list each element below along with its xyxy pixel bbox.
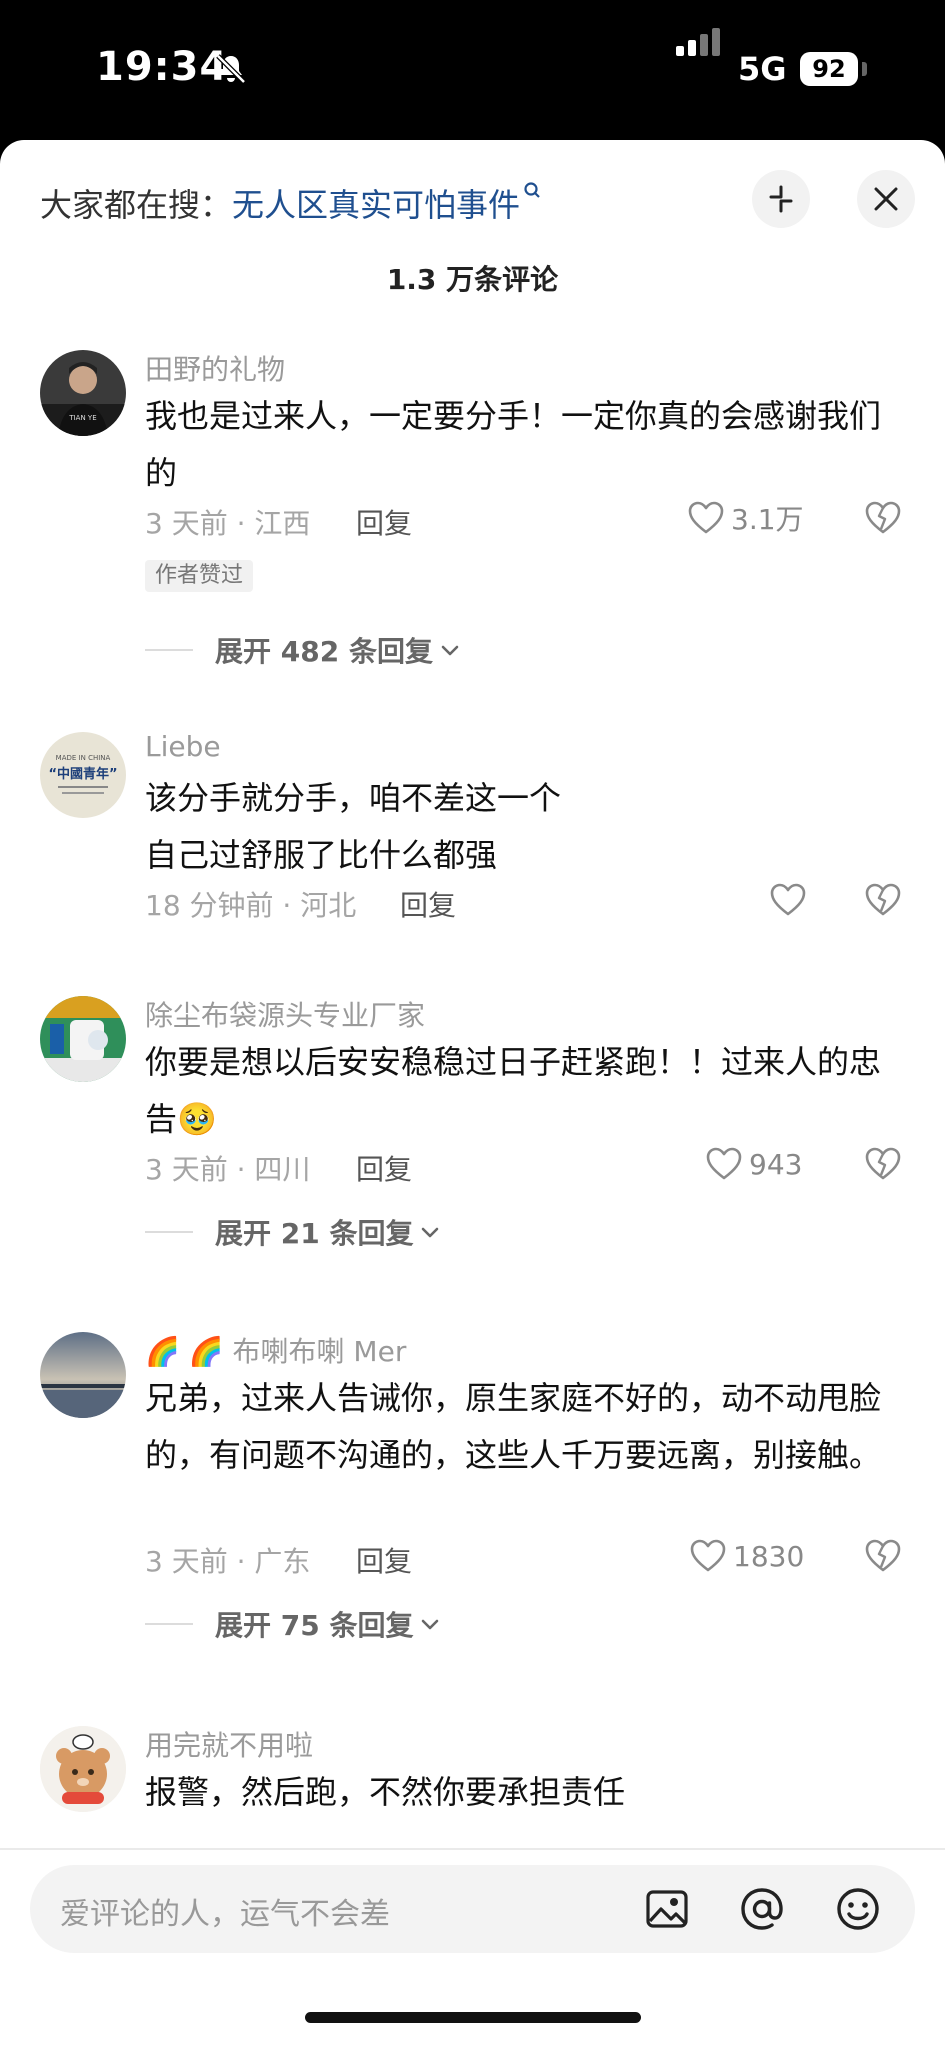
at-icon[interactable] [738, 1885, 786, 1933]
avatar[interactable] [40, 1726, 126, 1812]
avatar[interactable]: TIAN YE [40, 350, 126, 436]
expand-replies[interactable]: 展开 75 条回复 [145, 1604, 441, 1644]
expand-divider [145, 1623, 193, 1625]
status-time: 19:34 [96, 44, 229, 90]
network-type: 5G [738, 50, 787, 88]
dislike-icon[interactable] [864, 500, 902, 536]
trending-search-prefix: 大家都在搜： [40, 186, 233, 224]
dislike-icon[interactable] [864, 1146, 902, 1182]
input-divider [0, 1848, 945, 1850]
battery-icon: 92 [800, 52, 858, 86]
like-count: 943 [749, 1147, 803, 1181]
comment-text-body: 你要是想以后安安稳稳过日子赶紧跑！！过来人的忠告 [145, 1043, 882, 1138]
trending-search-link[interactable]: 无人区真实可怕事件 [232, 186, 520, 224]
avatar[interactable]: MADE IN CHINA “中國青年” [40, 732, 126, 818]
trending-search[interactable]: 大家都在搜：无人区真实可怕事件 [40, 180, 542, 226]
comment-time-location: 18 分钟前 · 河北 [145, 889, 357, 922]
minimize-button[interactable] [752, 170, 810, 228]
svg-text:“中國青年”: “中國青年” [48, 766, 117, 782]
like-button[interactable]: 1830 [689, 1536, 804, 1576]
comment-text: 报警，然后跑，不然你要承担责任 [145, 1773, 626, 1811]
svg-text:TIAN YE: TIAN YE [68, 414, 96, 422]
avatar[interactable] [40, 1332, 126, 1418]
heart-icon [706, 1147, 742, 1180]
reply-button[interactable]: 回复 [356, 1148, 412, 1188]
comment-username[interactable]: 除尘布袋源头专业厂家 [145, 994, 425, 1034]
heart-icon [770, 883, 806, 916]
comment-username[interactable]: 🌈 🌈 布喇布喇 Mer [145, 1330, 406, 1370]
chevron-down-icon [422, 1227, 439, 1238]
reply-button[interactable]: 回复 [356, 1540, 412, 1580]
like-button[interactable] [769, 880, 813, 920]
image-icon[interactable] [643, 1885, 691, 1933]
like-button[interactable]: 943 [705, 1144, 802, 1184]
comment-count: 1.3 万条评论 [386, 263, 559, 296]
comment-text: 你要是想以后安安稳稳过日子赶紧跑！！过来人的忠告🥹 [145, 1034, 905, 1148]
like-count: 3.1万 [731, 503, 804, 536]
dislike-icon[interactable] [864, 882, 902, 918]
chevron-down-icon [422, 1619, 439, 1630]
like-count: 1830 [733, 1539, 805, 1573]
author-liked-badge: 作者赞过 [145, 560, 254, 592]
comment-text: 我也是过来人，一定要分手！一定你真的会感谢我们的 [145, 397, 882, 492]
comment-input-bar[interactable]: 爱评论的人，运气不会差 [30, 1865, 915, 1953]
expand-replies-label: 展开 21 条回复 [215, 1217, 414, 1250]
expand-replies-label: 展开 482 条回复 [215, 635, 433, 668]
emoji-icon[interactable] [834, 1885, 882, 1933]
reply-button[interactable]: 回复 [356, 502, 412, 542]
expand-replies-label: 展开 75 条回复 [215, 1609, 414, 1642]
comment-username[interactable]: Liebe [145, 730, 221, 763]
expand-replies[interactable]: 展开 21 条回复 [145, 1212, 441, 1252]
home-indicator[interactable] [305, 2012, 641, 2023]
comment-username[interactable]: 田野的礼物 [145, 348, 285, 388]
comment-time-location: 3 天前 · 江西 [145, 507, 311, 540]
search-icon [524, 182, 540, 198]
chevron-down-icon [441, 645, 459, 656]
heart-icon [690, 1539, 726, 1572]
close-icon [874, 187, 898, 211]
reply-button[interactable]: 回复 [400, 884, 456, 924]
expand-replies[interactable]: 展开 482 条回复 [145, 630, 461, 670]
comment-sheet: 大家都在搜：无人区真实可怕事件 1.3 万条评论 TIAN YE 田野的礼物 我… [0, 140, 945, 2048]
svg-text:MADE IN CHINA: MADE IN CHINA [56, 754, 111, 762]
heart-icon [688, 501, 724, 534]
battery-tip [862, 62, 867, 76]
expand-divider [145, 649, 193, 651]
comment-time-location: 3 天前 · 四川 [145, 1153, 311, 1186]
dislike-icon[interactable] [864, 1538, 902, 1574]
comment-text: 兄弟，过来人告诫你，原生家庭不好的，动不动甩脸的，有问题不沟通的，这些人千万要远… [145, 1379, 882, 1474]
status-bar: 19:34 5G 92 [0, 0, 945, 140]
bell-muted-icon [216, 54, 246, 84]
like-button[interactable]: 3.1万 [687, 498, 804, 538]
avatar[interactable] [40, 996, 126, 1082]
pleading-face-emoji: 🥹 [177, 1100, 217, 1138]
close-button[interactable] [857, 170, 915, 228]
comment-time-location: 3 天前 · 广东 [145, 1545, 311, 1578]
comment-username[interactable]: 用完就不用啦 [145, 1724, 313, 1764]
expand-divider [145, 1231, 193, 1233]
comment-text: 该分手就分手，咱不差这一个 自己过舒服了比什么都强 [145, 779, 562, 874]
minimize-icon [769, 185, 793, 213]
comment-input-placeholder[interactable]: 爱评论的人，运气不会差 [60, 1889, 390, 1933]
